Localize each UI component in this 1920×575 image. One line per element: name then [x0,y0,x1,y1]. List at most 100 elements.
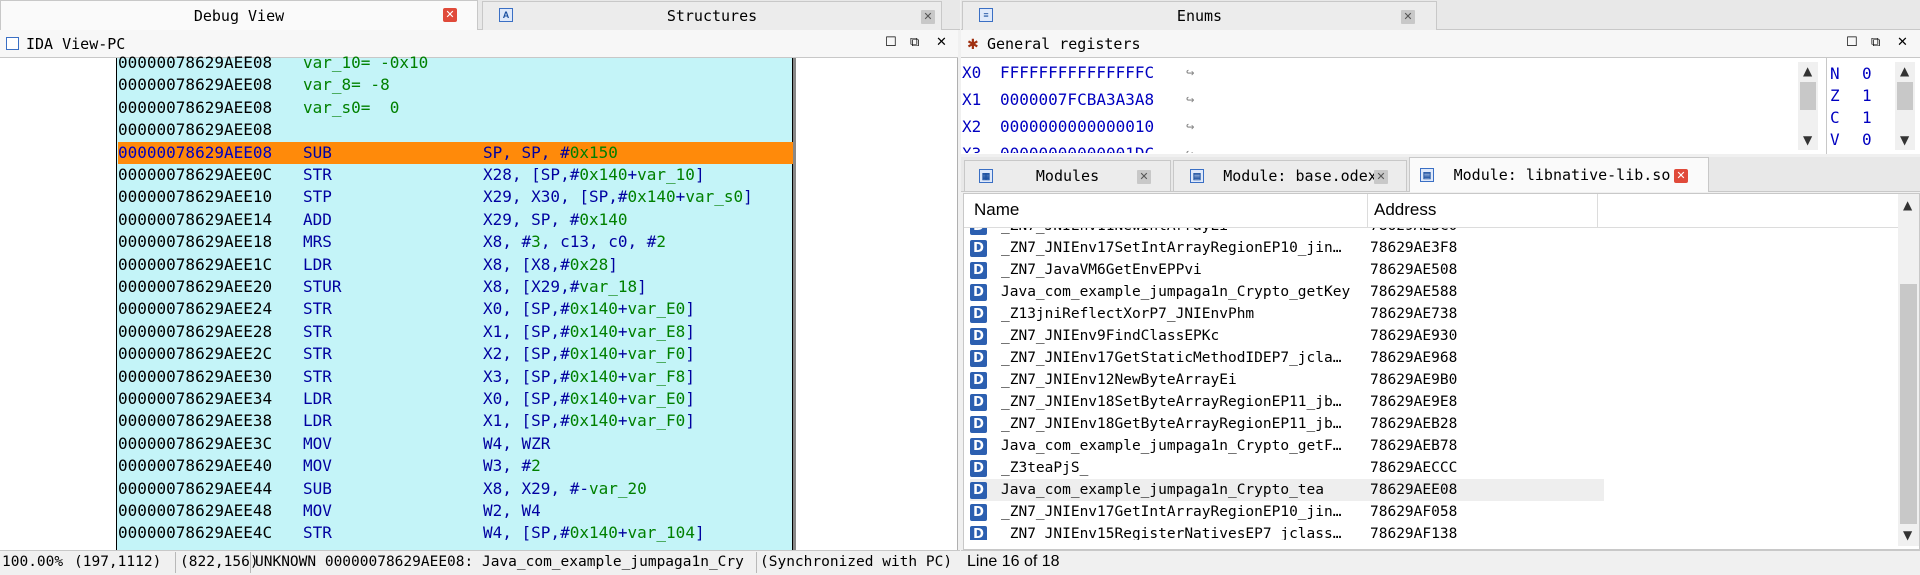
column-header-name[interactable]: Name [974,200,1019,220]
symbol-address: 78629AE9B0 [1370,372,1458,388]
code-line[interactable]: 00000078629AEE40 MOV W3, #2 [118,455,793,477]
list-item[interactable]: D _Z13jniReflectXorP7_JNIEnvPhm 78629AE738 [970,303,1604,325]
flag-row[interactable]: Z1 [1830,85,1872,107]
instruction-address: 00000078629AEE0C [118,165,273,184]
flag-name: Z [1830,86,1840,105]
data-icon: D [970,482,987,499]
column-header-address[interactable]: Address [1374,200,1436,220]
code-line[interactable]: 00000078629AEE30 STR X3, [SP,#0x140+var_F8… [118,366,793,388]
flag-name: V [1830,130,1840,149]
column-divider[interactable] [1597,194,1598,228]
module-icon: ▤ [1420,168,1434,182]
list-item-selected[interactable]: D Java_com_example_jumpaga1n_Crypto_tea 78… [970,479,1604,501]
tab-module-libnative[interactable]: ▤ Module: libnative-lib.so ✕ [1409,157,1709,192]
code-line[interactable]: 00000078629AEE18 MRS X8, #3, c13, c0, #2 [118,231,793,253]
close-icon[interactable]: ✕ [1374,170,1388,184]
code-line[interactable]: 00000078629AEE14 ADD X29, SP, #0x140 [118,209,793,231]
scroll-down-icon[interactable]: ▼ [1903,528,1912,542]
close-icon[interactable]: ✕ [1897,36,1908,50]
symbol-name: Java_com_example_jumpaga1n_Crypto_getKey [1001,284,1351,300]
status-sync: (Synchronized with PC) [760,554,953,570]
flag-row[interactable]: C1 [1830,107,1872,129]
code-line[interactable]: 00000078629AEE10 STP X29, X30, [SP,#0x140+… [118,186,793,208]
code-line[interactable]: 00000078629AEE38 LDR X1, [SP,#0x140+var_F0… [118,410,793,432]
operands: X28, [SP,#0x140+var_10] [483,165,705,184]
code-line[interactable]: 00000078629AEE0C STR X28, [SP,#0x140+var_1… [118,164,793,186]
flag-row[interactable]: N0 [1830,63,1872,85]
symbol-address: 78629AE930 [1370,328,1458,344]
flag-row[interactable]: V0 [1830,129,1872,151]
list-item[interactable]: D _ZN7_JNIEnv12NewByteArrayEi 78629AE9B0 [970,369,1604,391]
status-coords1: (197,1112) [74,554,162,570]
column-divider[interactable] [1367,194,1368,228]
instruction-address: 00000078629AEE34 [118,389,273,408]
code-line[interactable]: 00000078629AEE3C MOV W4, WZR [118,433,793,455]
mnemonic: ADD [303,209,332,229]
mnemonic: STR [303,366,332,386]
data-icon: D [970,438,987,455]
scroll-thumb[interactable] [1897,82,1913,110]
list-item[interactable]: D _ZN7_JNIEnv17GetIntArrayRegionEP10_jin…… [970,501,1604,523]
data-icon: D [970,416,987,433]
close-icon[interactable]: ✕ [1674,169,1688,183]
code-line[interactable]: 00000078629AEE24 STR X0, [SP,#0x140+var_E0… [118,298,793,320]
tab-module-base-odex[interactable]: ▤ Module: base.odex ✕ [1173,160,1407,191]
code-line[interactable]: 00000078629AEE4C STR W4, [SP,#0x140+var_10… [118,522,793,544]
symbol-name: Java_com_example_jumpaga1n_Crypto_tea [1001,482,1325,498]
code-line[interactable]: 00000078629AEE2C STR X2, [SP,#0x140+var_F0… [118,343,793,365]
list-item[interactable]: D _ZN7_JNIEnv18GetByteArrayRegionEP11_jb…… [970,413,1604,435]
status-separator [756,552,757,573]
operands: X1, [SP,#0x140+var_F0] [483,411,695,431]
data-icon: D [970,240,987,257]
mnemonic: MOV [303,501,332,520]
instruction-address: 00000078629AEE4C [118,523,273,543]
table-scrollbar[interactable]: ▲ ▼ [1898,194,1919,546]
instruction-address: 00000078629AEE18 [118,232,273,252]
list-item[interactable]: D _ZN7_JNIEnv18SetByteArrayRegionEP11_jb…… [970,391,1604,413]
symbol-address: 78629AE508 [1370,262,1458,278]
instruction-address: 00000078629AEE40 [118,456,273,476]
data-icon: D [970,284,987,301]
list-item[interactable]: D _ZN7_JavaVM6GetEnvEPPvi 78629AE508 [970,259,1604,281]
symbol-name: _ZN7_JNIEnv17SetIntArrayRegionEP10_jin… [1001,240,1342,256]
data-icon: D [970,306,987,323]
list-item[interactable]: D _Z3teaPjS_ 78629AECCC [970,457,1604,479]
instruction-address: 00000078629AEE2C [118,344,273,364]
operands: W4, WZR [483,433,551,453]
scroll-up-icon[interactable]: ▲ [1903,198,1912,212]
list-item[interactable]: D Java_com_example_jumpaga1n_Crypto_getF…… [970,435,1604,457]
tab-base-odex-label: Module: base.odex [1223,167,1377,185]
symbol-address: 78629AE738 [1370,306,1458,322]
scroll-down-icon[interactable]: ▼ [1900,133,1909,147]
modules-icon: ▦ [979,169,993,183]
instruction-address: 00000078629AEE3C [118,433,273,453]
operands: W4, [SP,#0x140+var_104] [483,523,705,543]
symbol-name: _Z13jniReflectXorP7_JNIEnvPhm [1001,306,1255,322]
code-line[interactable]: 00000078629AEE1C LDR X8, [X8,#0x28] [118,254,793,276]
symbol-address: 78629AE968 [1370,350,1458,366]
code-line[interactable]: 00000078629AEE20 STUR X8, [X29,#var_18] [118,276,793,298]
mnemonic: LDR [303,389,332,408]
close-icon[interactable]: ✕ [1137,170,1151,184]
tab-modules[interactable]: ▦ Modules ✕ [964,160,1171,191]
scroll-thumb[interactable] [1900,284,1917,524]
data-icon: D [970,394,987,411]
data-icon: D [970,460,987,477]
scroll-up-icon[interactable]: ▲ [1900,64,1909,78]
mnemonic: LDR [303,254,332,274]
code-line[interactable]: 00000078629AEE44 SUB X8, X29, #-var_20 [118,478,793,500]
code-line[interactable]: 00000078629AEE48 MOV W2, W4 [118,500,793,522]
symbol-name: _ZN7_JNIEnv12NewByteArrayEi [1001,372,1237,388]
instruction-address: 00000078629AEE1C [118,254,273,274]
symbol-name: _ZN7_JNIEnv15RegisterNativesEP7_jclass… [1001,526,1342,540]
list-item[interactable]: D _ZN7_JNIEnv17SetIntArrayRegionEP10_jin…… [970,237,1604,259]
list-item[interactable]: D Java_com_example_jumpaga1n_Crypto_getKe… [970,281,1604,303]
code-line[interactable]: 00000078629AEE34 LDR X0, [SP,#0x140+var_E0… [118,388,793,410]
symbol-name: _ZN7_JNIEnv18SetByteArrayRegionEP11_jb… [1001,394,1342,410]
instruction-address: 00000078629AEE10 [118,187,273,207]
list-item[interactable]: D _ZN7_JNIEnv9FindClassEPKc 78629AE930 [970,325,1604,347]
flags-scrollbar[interactable]: ▲ ▼ [1895,62,1915,150]
list-item[interactable]: D _ZN7_JNIEnv15RegisterNativesEP7_jclass…… [970,523,1604,540]
list-item[interactable]: D _ZN7_JNIEnv17GetStaticMethodIDEP7_jcla…… [970,347,1604,369]
code-line[interactable]: 00000078629AEE28 STR X1, [SP,#0x140+var_E8… [118,321,793,343]
